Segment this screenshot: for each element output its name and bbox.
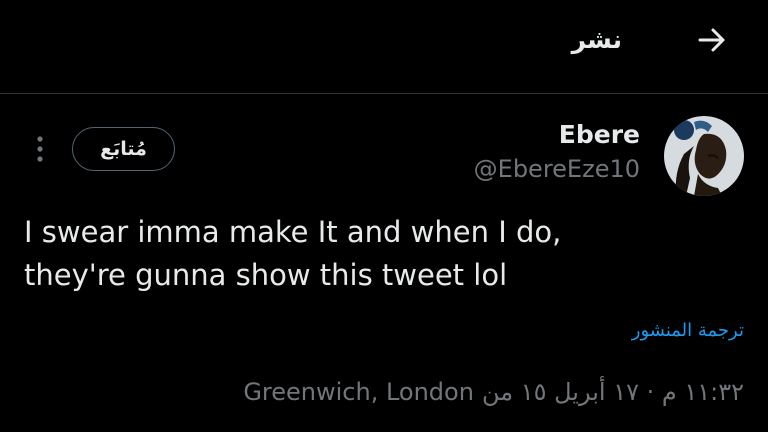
author-display-name[interactable]: Ebere [559,120,640,149]
following-button[interactable]: مُتابَع [72,127,175,171]
more-options-button[interactable] [28,131,52,167]
more-vertical-icon [37,136,43,162]
tweet-location[interactable]: Greenwich, London [243,378,474,406]
back-button[interactable] [694,22,730,58]
top-bar: نشر [0,0,768,94]
tweet-text: I swear imma make It and when I do, they… [24,211,744,297]
avatar[interactable] [664,116,744,196]
translate-post-link[interactable]: ترجمة المنشور [632,320,744,341]
tweet-text-line: I swear imma make It and when I do, [24,215,562,249]
tweet-text-line: they're gunna show this tweet lol [24,258,508,292]
page-title: نشر [571,25,622,54]
tweet-timestamp[interactable]: ١١:٣٢ م · ١٧ أبريل ١٥ من [482,378,744,406]
arrow-right-icon [698,28,725,52]
tweet-meta: ١١:٣٢ م · ١٧ أبريل ١٥ من Greenwich, Lond… [243,378,744,406]
author-handle[interactable]: @EbereEze10 [474,155,640,183]
